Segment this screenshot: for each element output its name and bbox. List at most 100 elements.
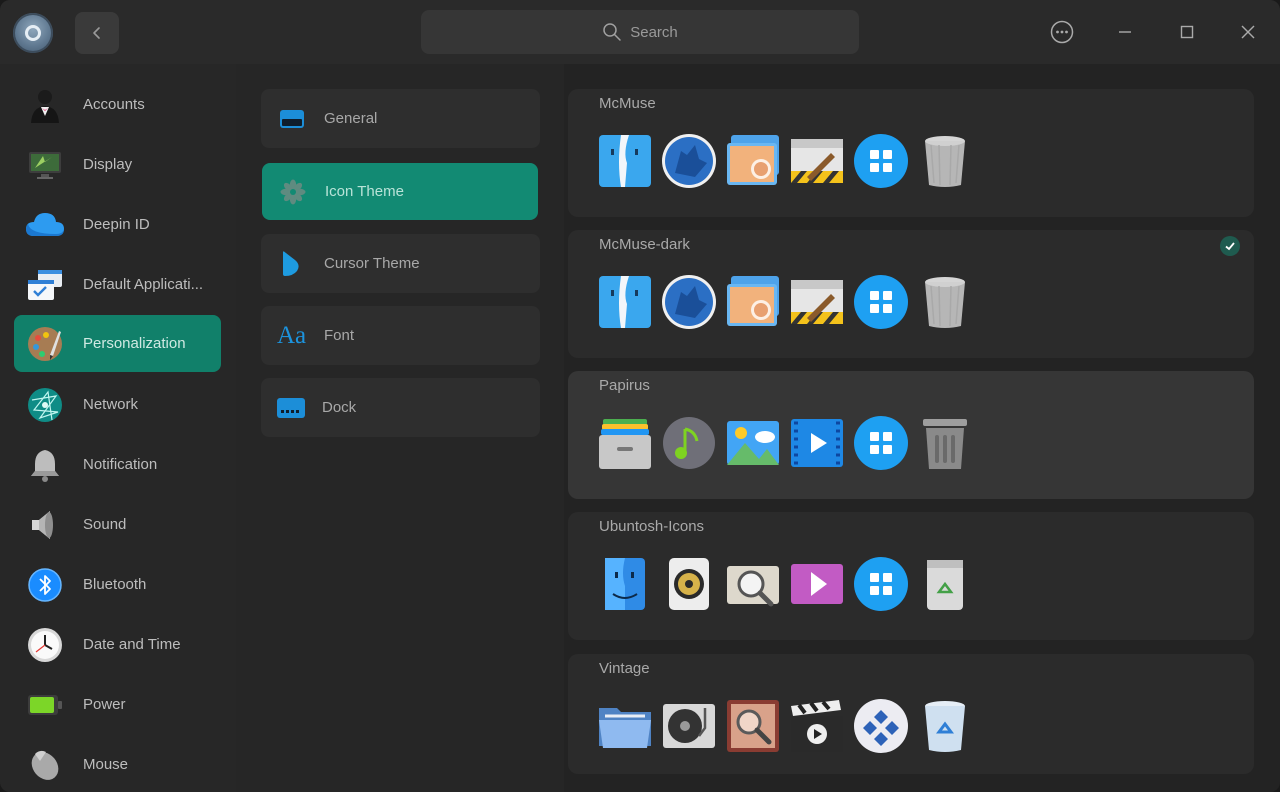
section-font[interactable]: Aa Font (261, 306, 540, 365)
sidebar: Accounts Display Deepin ID Default Appli… (0, 64, 236, 792)
sidebar-item-accounts[interactable]: Accounts (14, 76, 221, 133)
video-icon (791, 564, 843, 604)
settings-window: Search Accounts Display Deepin ID Defaul… (0, 0, 1280, 792)
battery-icon (28, 694, 62, 715)
launcher-icon (854, 557, 908, 611)
sidebar-item-label: Notification (83, 456, 158, 473)
sidebar-item-display[interactable]: Display (14, 136, 221, 193)
trash-icon (923, 419, 967, 469)
minimize-icon (1119, 31, 1131, 33)
file-manager-icon (599, 419, 651, 469)
close-button[interactable] (1228, 12, 1268, 52)
launcher-icon (854, 699, 908, 753)
theme-card-mcmuse[interactable]: McMuse (568, 89, 1254, 217)
back-button[interactable] (75, 12, 119, 54)
image-viewer-icon (727, 135, 779, 185)
theme-card-papirus[interactable]: Papirus (568, 371, 1254, 499)
howl-browser-icon (662, 275, 716, 329)
palette-icon (28, 326, 62, 361)
search-input[interactable]: Search (421, 10, 859, 54)
menu-button[interactable] (1042, 12, 1082, 52)
sidebar-item-label: Accounts (83, 96, 145, 113)
bell-icon (31, 449, 59, 482)
sidebar-item-label: Network (83, 396, 139, 413)
sidebar-item-notification[interactable]: Notification (14, 436, 221, 493)
music-icon (663, 417, 715, 469)
icon-theme-list: McMuse McMuse-dark Papirus Ubuntosh-Icon… (564, 64, 1280, 792)
turntable-icon (663, 704, 715, 748)
launcher-icon (854, 275, 908, 329)
cursor-icon (283, 250, 299, 276)
sidebar-item-date-and-time[interactable]: Date and Time (14, 616, 221, 673)
search-icon (603, 23, 621, 41)
section-general[interactable]: General (261, 89, 540, 148)
trash-icon (925, 136, 965, 187)
trash-icon (925, 277, 965, 328)
section-icon-theme[interactable]: Icon Theme (262, 163, 538, 220)
section-cursor-theme[interactable]: Cursor Theme (261, 234, 540, 293)
sidebar-item-sound[interactable]: Sound (14, 496, 221, 553)
chevron-left-icon (93, 27, 100, 39)
clock-icon (28, 627, 62, 662)
finder-icon (599, 276, 651, 328)
theme-name: Ubuntosh-Icons (599, 518, 705, 535)
section-label: Icon Theme (325, 183, 404, 200)
theme-name: Vintage (599, 660, 650, 677)
section-label: General (324, 110, 378, 127)
cloud-icon (26, 212, 64, 236)
speaker-icon (32, 510, 53, 539)
sidebar-item-personalization[interactable]: Personalization (14, 315, 221, 372)
developer-tools-icon (791, 139, 843, 183)
theme-card-ubuntosh-icons[interactable]: Ubuntosh-Icons (568, 512, 1254, 640)
section-label: Cursor Theme (324, 255, 420, 272)
theme-card-vintage[interactable]: Vintage (568, 654, 1254, 774)
sidebar-item-label: Default Applicati... (83, 276, 204, 293)
minimize-button[interactable] (1105, 12, 1145, 52)
personalization-sections: General Icon Theme Cursor Theme Aa Font … (236, 64, 564, 792)
launcher-icon (854, 134, 908, 188)
dock-icon (277, 397, 305, 418)
sidebar-item-label: Mouse (83, 756, 129, 773)
section-dock[interactable]: Dock (261, 378, 540, 437)
theme-name: McMuse-dark (599, 236, 690, 253)
speaker-app-icon (669, 558, 709, 610)
trash-icon (927, 560, 963, 610)
default-apps-icon (28, 269, 62, 300)
folder-icon (599, 708, 651, 748)
bluetooth-icon (28, 567, 62, 602)
developer-tools-icon (791, 280, 843, 324)
selected-check-icon (1220, 236, 1240, 256)
flower-icon (280, 179, 306, 204)
maximize-icon (1180, 25, 1194, 39)
sidebar-item-power[interactable]: Power (14, 676, 221, 733)
sidebar-item-label: Bluetooth (83, 576, 147, 593)
font-icon: Aa (277, 321, 307, 349)
settings-app-icon (13, 13, 53, 53)
sidebar-item-network[interactable]: Network (14, 376, 221, 433)
maximize-button[interactable] (1167, 12, 1207, 52)
mouse-icon (31, 750, 59, 780)
section-label: Dock (322, 399, 357, 416)
theme-card-mcmuse-dark[interactable]: McMuse-dark (568, 230, 1254, 358)
theme-name: Papirus (599, 377, 650, 394)
display-icon (29, 151, 61, 179)
sidebar-item-deepin-id[interactable]: Deepin ID (14, 196, 221, 253)
image-viewer-icon (727, 566, 779, 607)
window-icon (280, 109, 304, 128)
image-viewer-icon (727, 276, 779, 326)
trash-icon (925, 701, 965, 752)
close-icon (1241, 25, 1255, 39)
sidebar-item-bluetooth[interactable]: Bluetooth (14, 556, 221, 613)
network-icon (28, 387, 62, 422)
howl-browser-icon (662, 134, 716, 188)
titlebar: Search (0, 0, 1280, 64)
finder-icon (605, 558, 645, 610)
sidebar-item-default-applications[interactable]: Default Applicati... (14, 256, 221, 313)
sidebar-item-label: Power (83, 696, 126, 713)
section-label: Font (324, 327, 355, 344)
finder-icon (599, 135, 651, 187)
clapperboard-icon (791, 700, 843, 752)
sidebar-item-label: Deepin ID (83, 216, 150, 233)
sidebar-item-mouse[interactable]: Mouse (14, 736, 221, 792)
search-placeholder: Search (630, 23, 678, 41)
